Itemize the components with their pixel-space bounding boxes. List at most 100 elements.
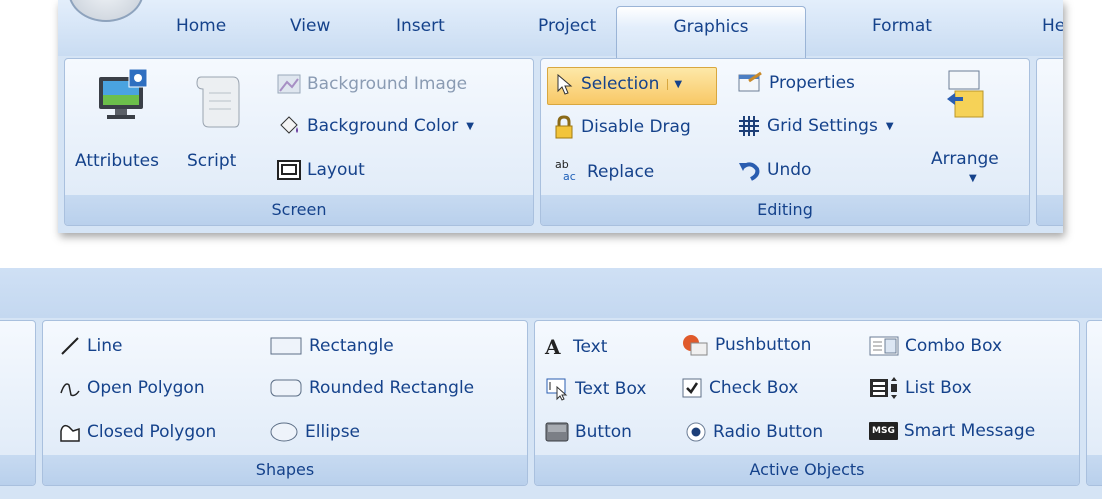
radio-button-label: Radio Button [713, 422, 824, 442]
partial-left-group-label [0, 455, 35, 485]
active-objects-group-label: Active Objects [535, 455, 1079, 485]
tab-project[interactable]: Project [538, 16, 596, 36]
layout-button[interactable]: Layout [277, 159, 365, 181]
arrange-button[interactable]: Arrange ▼ [931, 69, 1021, 189]
script-scroll-icon [196, 76, 240, 128]
text-icon: A [545, 335, 561, 359]
line-label: Line [87, 336, 123, 356]
text-box-label: Text Box [575, 379, 647, 399]
properties-button[interactable]: Properties [737, 71, 855, 95]
combo-box-button[interactable]: Combo Box [869, 335, 1002, 357]
grid-settings-button[interactable]: Grid Settings ▼ [737, 115, 894, 137]
open-polygon-label: Open Polygon [87, 378, 205, 398]
disable-drag-label: Disable Drag [581, 117, 691, 137]
ribbon-tab-strip [0, 268, 1102, 318]
text-box-button[interactable]: Text Box [545, 377, 646, 401]
application-button[interactable] [68, 0, 144, 22]
tab-home[interactable]: Home [176, 16, 226, 36]
arrange-label: Arrange [931, 149, 999, 169]
closed-polygon-icon [60, 424, 80, 442]
shapes-group: Line Rectangle Open Polygon Rounded Rect… [42, 320, 528, 486]
shapes-group-label: Shapes [43, 455, 527, 485]
editing-group: Selection ▼ Properties Disable Drag Grid… [540, 58, 1030, 226]
script-button[interactable]: Script [187, 69, 253, 179]
open-polygon-button[interactable]: Open Polygon [59, 377, 205, 399]
screen-group-label: Screen [65, 195, 533, 225]
text-box-icon [546, 378, 568, 401]
rounded-rectangle-button[interactable]: Rounded Rectangle [269, 377, 474, 399]
paint-bucket-icon [280, 116, 298, 134]
partial-right-group [1086, 320, 1102, 486]
tab-format[interactable]: Format [872, 16, 932, 36]
partial-group [1036, 58, 1063, 226]
line-button[interactable]: Line [59, 335, 122, 357]
rounded-rectangle-label: Rounded Rectangle [309, 378, 475, 398]
smart-message-button[interactable]: MSG Smart Message [869, 421, 1035, 441]
tab-help[interactable]: He [1042, 16, 1063, 36]
image-icon [277, 74, 301, 94]
check-box-label: Check Box [709, 378, 799, 398]
replace-button[interactable]: ab ac Replace [553, 159, 654, 185]
message-icon: MSG [869, 422, 898, 440]
selection-label: Selection [581, 74, 660, 94]
combo-box-icon [869, 336, 899, 356]
chevron-down-icon: ▼ [466, 120, 474, 132]
closed-polygon-label: Closed Polygon [87, 422, 217, 442]
button-button[interactable]: Button [545, 421, 632, 443]
replace-icon: ab ac [553, 159, 581, 185]
button-icon [545, 422, 569, 442]
rectangle-label: Rectangle [309, 336, 394, 356]
pushbutton-icon [683, 335, 708, 356]
background-image-label: Background Image [307, 74, 468, 94]
grid-icon [739, 116, 759, 136]
grid-settings-label: Grid Settings [767, 116, 878, 136]
ellipse-button[interactable]: Ellipse [269, 421, 360, 443]
tab-insert[interactable]: Insert [396, 16, 445, 36]
open-polygon-icon [60, 383, 80, 397]
selection-button[interactable]: Selection ▼ [553, 73, 682, 95]
background-color-label: Background Color [307, 116, 459, 136]
tab-graphics-label: Graphics [673, 17, 749, 37]
editing-group-label: Editing [541, 195, 1029, 225]
active-objects-group: A Text Pushbutton Combo Box Text Box Che… [534, 320, 1080, 486]
radio-button-icon [686, 422, 706, 442]
pointer-arrow-icon [557, 73, 573, 95]
disable-drag-button[interactable]: Disable Drag [553, 115, 691, 139]
screen-group: Attributes Script Background Image Backg… [64, 58, 534, 226]
properties-icon [738, 71, 762, 92]
list-box-label: List Box [905, 378, 972, 398]
partial-right-group-label [1087, 455, 1102, 485]
pushbutton-label: Pushbutton [715, 335, 812, 355]
chevron-down-icon: ▼ [885, 120, 894, 132]
combo-box-label: Combo Box [905, 336, 1003, 356]
lock-icon [555, 115, 573, 139]
script-label: Script [187, 151, 237, 171]
monitor-icon [99, 69, 148, 119]
closed-polygon-button[interactable]: Closed Polygon [59, 421, 216, 443]
check-box-icon [682, 378, 702, 398]
replace-label: Replace [587, 162, 655, 182]
tab-view[interactable]: View [290, 16, 330, 36]
partial-left-group [0, 320, 36, 486]
pushbutton-button[interactable]: Pushbutton [681, 333, 811, 357]
button-label: Button [575, 422, 632, 442]
tab-graphics[interactable]: Graphics [616, 6, 806, 58]
ribbon-tab-bar: Home View Insert Project Graphics Format… [58, 0, 1063, 58]
layout-icon [277, 160, 301, 180]
graphics-ribbon: Home View Insert Project Graphics Format… [58, 0, 1063, 233]
attributes-button[interactable]: Attributes [75, 69, 175, 179]
check-box-button[interactable]: Check Box [681, 377, 798, 399]
ellipse-icon [270, 422, 298, 442]
arrange-icon [947, 70, 984, 118]
rectangle-button[interactable]: Rectangle [269, 335, 394, 357]
line-icon [61, 337, 79, 355]
background-color-button[interactable]: Background Color ▼ [277, 115, 474, 137]
chevron-down-icon[interactable]: ▼ [667, 78, 682, 90]
list-box-button[interactable]: List Box [869, 377, 972, 399]
radio-button-button[interactable]: Radio Button [685, 421, 823, 443]
text-button[interactable]: A Text [545, 335, 607, 359]
undo-button[interactable]: Undo [737, 159, 811, 181]
attributes-label: Attributes [75, 151, 159, 171]
background-image-button[interactable]: Background Image [277, 73, 467, 95]
properties-label: Properties [769, 73, 855, 93]
